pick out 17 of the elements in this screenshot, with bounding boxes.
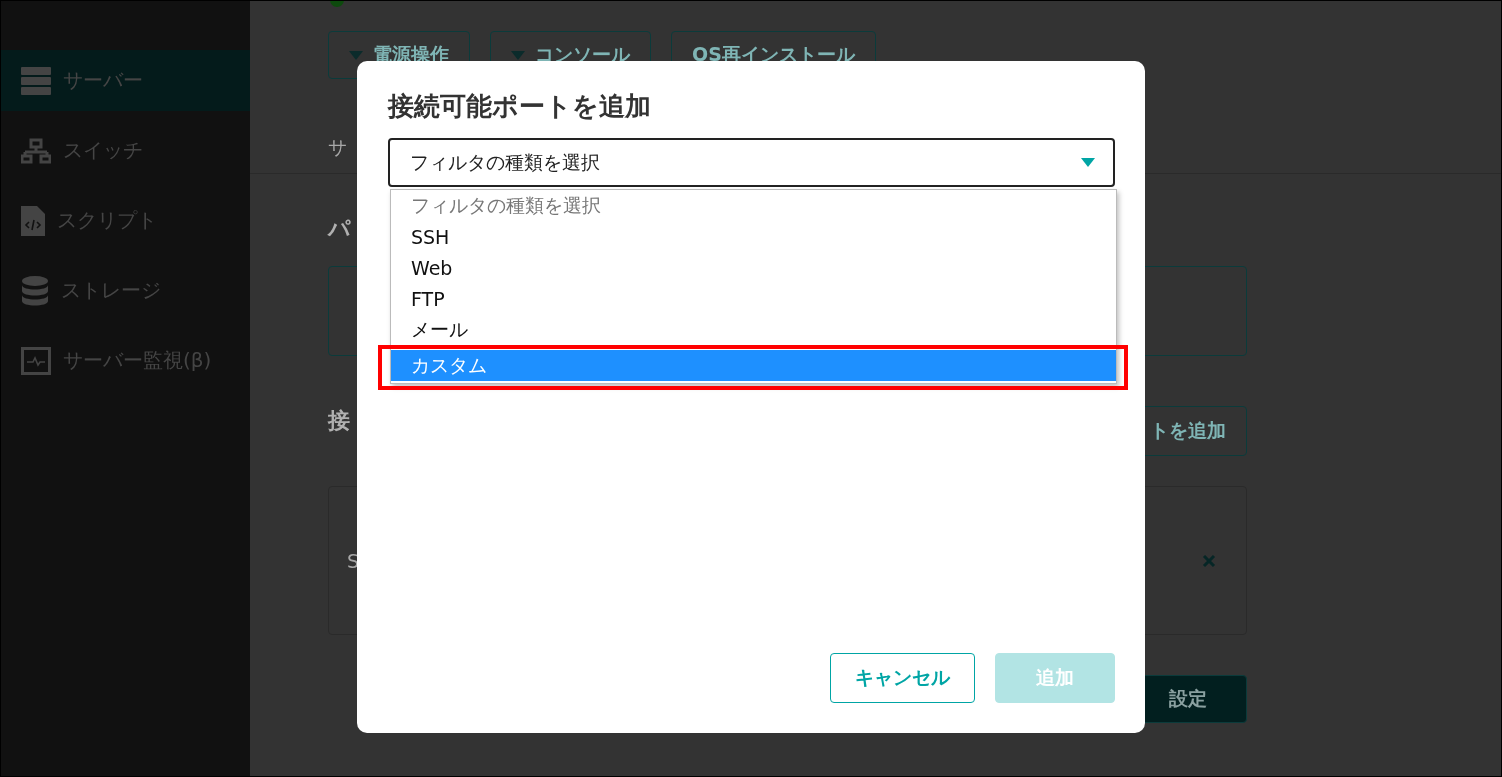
- database-icon: [21, 275, 49, 306]
- dropdown-option[interactable]: カスタム: [391, 350, 1116, 381]
- dropdown-option[interactable]: Web: [391, 252, 1116, 283]
- section-heading: 接: [328, 407, 350, 435]
- dropdown-option[interactable]: SSH: [391, 221, 1116, 252]
- monitor-chart-icon: [21, 346, 51, 375]
- server-icon: [21, 66, 51, 95]
- close-icon[interactable]: [1202, 553, 1216, 568]
- dropdown-option[interactable]: FTP: [391, 283, 1116, 314]
- code-file-icon: [21, 205, 45, 236]
- dropdown-option[interactable]: メール: [391, 314, 1116, 345]
- cancel-button[interactable]: キャンセル: [830, 653, 975, 703]
- section-heading: パ: [328, 215, 351, 243]
- network-icon: [21, 137, 51, 164]
- dialog-title: 接続可能ポートを追加: [388, 90, 652, 123]
- section-label: サ: [328, 135, 347, 159]
- caret-icon: [1081, 158, 1095, 167]
